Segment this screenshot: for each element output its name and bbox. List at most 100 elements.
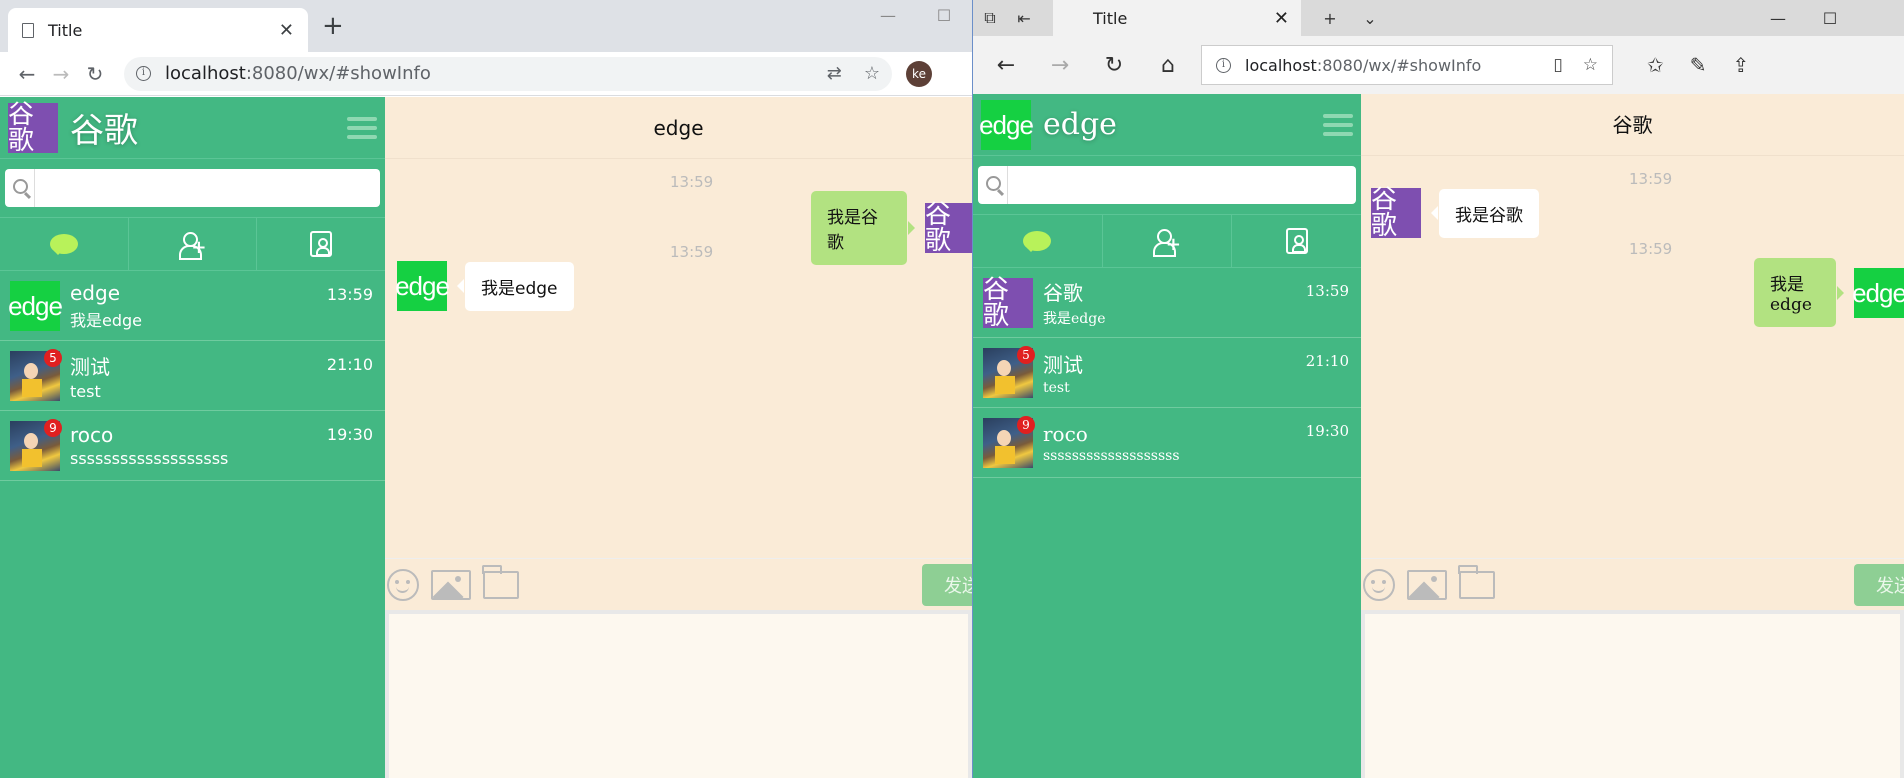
sidebar-tabs: + bbox=[0, 217, 385, 271]
conversation-avatar: 9 bbox=[983, 415, 1035, 468]
conversation-item[interactable]: 谷歌 谷歌 我是edge 13:59 bbox=[973, 268, 1361, 338]
reading-view-icon[interactable]: ▯ bbox=[1553, 55, 1562, 75]
conversation-avatar: 9 bbox=[10, 418, 62, 471]
set-aside-tabs-icon[interactable]: ⇤ bbox=[1007, 9, 1041, 28]
message-bubble: 我是谷歌 bbox=[1431, 188, 1539, 238]
maximize-icon[interactable]: ☐ bbox=[1813, 9, 1847, 28]
back-icon[interactable]: ← bbox=[10, 62, 44, 86]
message-avatar: edge bbox=[1852, 267, 1904, 318]
tab-chats[interactable] bbox=[0, 218, 129, 270]
message-row: edge 我是edge bbox=[395, 261, 574, 311]
message-bubble: 我是edge bbox=[1754, 258, 1844, 327]
info-icon[interactable]: i bbox=[136, 66, 151, 81]
window-controls: — ☐ bbox=[860, 0, 972, 32]
message-list: 13:59 我是谷歌 谷歌 13:59 edge 我是edge bbox=[385, 159, 972, 558]
share-icon[interactable]: ⇪ bbox=[1733, 53, 1750, 77]
image-icon[interactable] bbox=[431, 569, 471, 600]
address-bar[interactable]: i localhost:8080/wx/#showInfo ⇄ ☆ bbox=[124, 56, 892, 91]
edge-tab[interactable]: Title ✕ bbox=[1053, 0, 1301, 36]
edge-tools: ✩ ✎ ⇪ bbox=[1647, 53, 1749, 77]
conversation-list: 谷歌 谷歌 我是edge 13:59 5 测试 test 21:10 9 roco s… bbox=[973, 268, 1361, 478]
chat-panel: 谷歌 13:59 谷歌 我是谷歌 13:59 我是edge edge 发送 bbox=[1361, 94, 1904, 778]
conversation-item[interactable]: 9 roco sssssssssssssssssss 19:30 bbox=[0, 411, 385, 481]
tab-preview-icon[interactable]: ⧉ bbox=[973, 8, 1007, 28]
tab-add-friend[interactable]: + bbox=[129, 218, 258, 270]
info-icon[interactable]: i bbox=[1216, 57, 1231, 73]
send-button[interactable]: 发送 bbox=[1854, 563, 1904, 606]
favorite-star-icon[interactable]: ☆ bbox=[1583, 55, 1598, 75]
pen-icon[interactable]: ✎ bbox=[1690, 53, 1707, 77]
minimize-icon[interactable]: — bbox=[1761, 9, 1795, 28]
folder-icon[interactable] bbox=[482, 564, 519, 599]
contacts-icon bbox=[1285, 228, 1308, 254]
conversation-preview: test bbox=[70, 381, 101, 401]
new-tab-button[interactable]: + bbox=[322, 12, 344, 40]
edge-toolbar: ← → ↻ ⌂ i localhost:8080/wx/#showInfo ▯ … bbox=[973, 36, 1904, 94]
chrome-tab[interactable]: Title ✕ bbox=[8, 8, 308, 52]
sidebar-tabs: + bbox=[973, 214, 1361, 268]
message-row: 我是edge edge bbox=[1754, 258, 1904, 327]
chat-bubble-icon bbox=[49, 234, 78, 255]
url-host: localhost bbox=[1245, 55, 1317, 75]
address-bar[interactable]: i localhost:8080/wx/#showInfo ▯ ☆ bbox=[1201, 45, 1613, 85]
translate-icon[interactable]: ⇄ bbox=[827, 63, 842, 84]
document-icon bbox=[22, 22, 34, 38]
sidebar-header: 谷歌 谷歌 bbox=[0, 97, 385, 159]
conversation-time: 13:59 bbox=[326, 285, 373, 304]
message-time: 13:59 bbox=[1629, 170, 1673, 188]
unread-badge: 5 bbox=[44, 348, 62, 367]
tab-chats[interactable] bbox=[973, 215, 1103, 267]
reload-icon[interactable]: ↻ bbox=[78, 62, 112, 86]
user-name: 谷歌 bbox=[70, 111, 138, 151]
chrome-window: Title ✕ + — ☐ ← → ↻ i localhost:8080/wx/… bbox=[0, 0, 972, 778]
edge-tab-strip: ⧉ ⇤ Title ✕ + ⌄ — ☐ bbox=[973, 0, 1904, 36]
tab-contacts[interactable] bbox=[1232, 215, 1361, 267]
maximize-icon[interactable]: ☐ bbox=[916, 0, 972, 32]
tab-contacts[interactable] bbox=[257, 218, 385, 270]
chrome-toolbar: ← → ↻ i localhost:8080/wx/#showInfo ⇄ ☆ … bbox=[0, 52, 972, 96]
search-box[interactable] bbox=[978, 166, 1356, 204]
conversation-item[interactable]: 5 测试 test 21:10 bbox=[973, 338, 1361, 408]
refresh-icon[interactable]: ↻ bbox=[1087, 53, 1141, 78]
folder-icon[interactable] bbox=[1458, 564, 1495, 599]
home-icon[interactable]: ⌂ bbox=[1141, 53, 1195, 78]
conversation-time: 13:59 bbox=[1305, 282, 1349, 300]
emoji-icon[interactable] bbox=[1363, 568, 1395, 601]
forward-icon[interactable]: → bbox=[1033, 53, 1087, 78]
search-icon bbox=[978, 166, 1008, 204]
chevron-down-icon[interactable]: ⌄ bbox=[1353, 9, 1387, 28]
message-avatar: edge bbox=[395, 261, 450, 311]
profile-avatar[interactable]: ke bbox=[906, 60, 932, 87]
chat-toolbar: 发送 bbox=[1361, 558, 1904, 610]
image-icon[interactable] bbox=[1407, 569, 1447, 600]
message-input[interactable] bbox=[385, 610, 972, 778]
close-tab-icon[interactable]: ✕ bbox=[279, 20, 294, 41]
bookmark-star-icon[interactable]: ☆ bbox=[864, 63, 880, 84]
message-input[interactable] bbox=[1361, 610, 1904, 778]
new-tab-icon[interactable]: + bbox=[1313, 9, 1347, 28]
add-user-icon: + bbox=[1153, 229, 1181, 257]
close-tab-icon[interactable]: ✕ bbox=[1274, 8, 1289, 29]
emoji-icon[interactable] bbox=[387, 568, 419, 601]
chat-toolbar: 发送 bbox=[385, 558, 972, 610]
menu-icon[interactable] bbox=[1323, 113, 1353, 136]
favorites-icon[interactable]: ✩ bbox=[1647, 53, 1664, 77]
conversation-avatar: 5 bbox=[983, 345, 1035, 398]
forward-icon[interactable]: → bbox=[44, 62, 78, 86]
conversation-item[interactable]: edge edge 我是edge 13:59 bbox=[0, 271, 385, 341]
tab-add-friend[interactable]: + bbox=[1103, 215, 1233, 267]
chat-app: 谷歌 谷歌 + edge edge 我是edge 13:59 5 测试 test… bbox=[0, 97, 972, 778]
conversation-item[interactable]: 5 测试 test 21:10 bbox=[0, 341, 385, 411]
sidebar: edge edge + 谷歌 谷歌 我是edge 13:59 5 测试 test… bbox=[973, 94, 1361, 778]
user-avatar: edge bbox=[979, 99, 1034, 150]
back-icon[interactable]: ← bbox=[979, 53, 1033, 78]
conversation-item[interactable]: 9 roco sssssssssssssssssss 19:30 bbox=[973, 408, 1361, 478]
menu-icon[interactable] bbox=[347, 116, 377, 139]
minimize-icon[interactable]: — bbox=[860, 0, 916, 32]
conversation-avatar: 5 bbox=[10, 348, 62, 401]
url-path: :8080/wx/#showInfo bbox=[245, 63, 431, 84]
message-bubble: 我是edge bbox=[457, 261, 574, 311]
send-button[interactable]: 发送 bbox=[922, 563, 972, 606]
chat-bubble-icon bbox=[1023, 231, 1052, 252]
search-box[interactable] bbox=[5, 169, 380, 207]
